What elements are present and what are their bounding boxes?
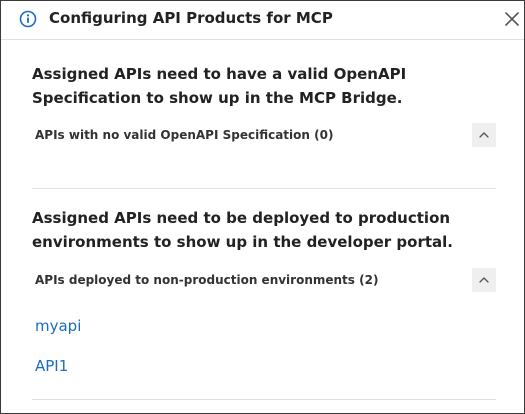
deployment-accordion-header[interactable]: APIs deployed to non-production environm… [32,266,496,296]
chevron-up-icon [479,132,489,138]
deployment-accordion-toggle[interactable] [472,268,496,292]
api-link-myapi[interactable]: myapi [35,317,81,335]
info-circle-icon [19,10,37,28]
close-icon [505,12,519,26]
openapi-accordion-header[interactable]: APIs with no valid OpenAPI Specification… [32,121,496,151]
api-link-api1[interactable]: API1 [35,357,68,375]
dialog-title: Configuring API Products for MCP [49,9,333,27]
bottom-divider [32,399,496,400]
close-button[interactable] [502,9,522,29]
openapi-accordion-toggle[interactable] [472,123,496,147]
deployment-section: Assigned APIs need to be deployed to pro… [32,206,496,296]
dialog-header: Configuring API Products for MCP [1,1,524,40]
chevron-up-icon [479,277,489,283]
deployment-requirement-message: Assigned APIs need to be deployed to pro… [32,209,453,251]
openapi-accordion-label: APIs with no valid OpenAPI Specification… [35,128,334,142]
openapi-section: Assigned APIs need to have a valid OpenA… [32,62,496,151]
deployment-accordion-label: APIs deployed to non-production environm… [35,273,379,287]
mcp-config-dialog: Configuring API Products for MCP Assigne… [0,0,525,414]
openapi-requirement-message: Assigned APIs need to have a valid OpenA… [32,65,407,107]
section-divider [32,188,496,189]
